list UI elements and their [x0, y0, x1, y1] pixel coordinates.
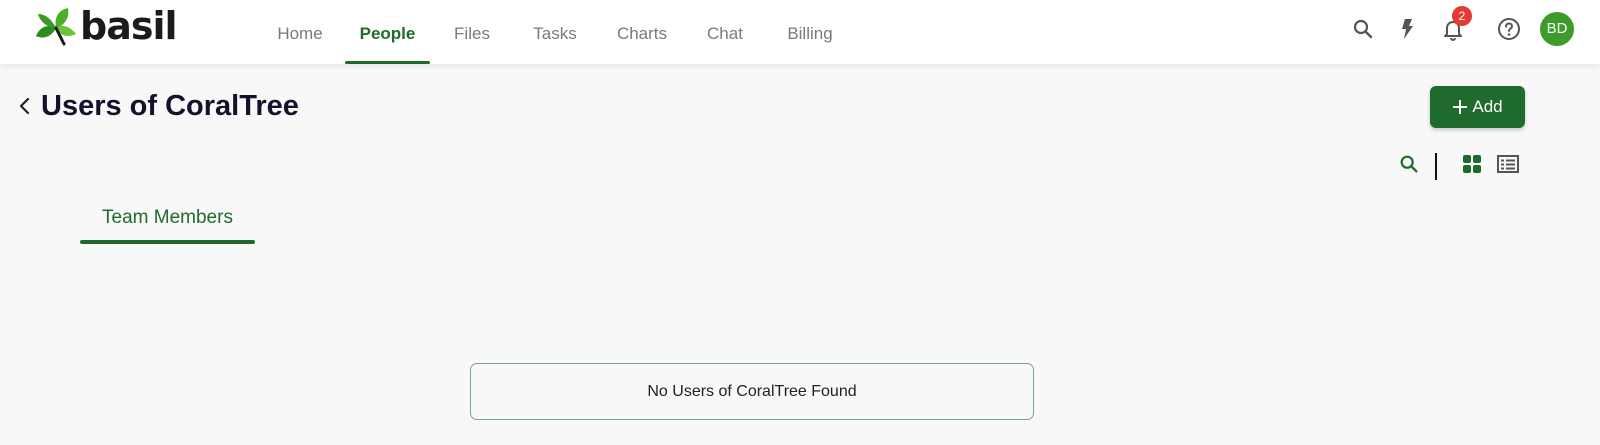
- nav-files[interactable]: Files: [449, 0, 495, 64]
- brand-name: basil: [80, 4, 178, 48]
- page-title: Users of CoralTree: [41, 90, 299, 122]
- list-view-icon: [1497, 155, 1519, 173]
- lightning-icon: [1402, 19, 1413, 39]
- leaf-logo-icon: [36, 8, 76, 46]
- nav-active-indicator: [345, 61, 430, 64]
- empty-state-message: No Users of CoralTree Found: [470, 363, 1034, 420]
- add-button-label: Add: [1472, 97, 1503, 116]
- back-button[interactable]: [16, 94, 34, 118]
- plus-icon: [1453, 100, 1468, 114]
- top-navbar: basil Home People Files Tasks Charts Cha…: [0, 0, 1600, 64]
- tab-active-indicator: [80, 240, 255, 244]
- add-button[interactable]: Add: [1430, 86, 1525, 128]
- quick-actions-button[interactable]: [1393, 14, 1423, 44]
- notifications-button[interactable]: 2: [1438, 6, 1472, 44]
- nav-tasks[interactable]: Tasks: [530, 0, 580, 64]
- brand-logo[interactable]: basil: [34, 4, 178, 48]
- filter-search-button[interactable]: [1397, 152, 1421, 176]
- user-avatar[interactable]: BD: [1540, 12, 1574, 46]
- nav-people[interactable]: People: [345, 0, 430, 64]
- search-button[interactable]: [1348, 14, 1378, 44]
- nav-people-label: People: [359, 24, 416, 43]
- nav-billing[interactable]: Billing: [784, 0, 836, 64]
- nav-chat[interactable]: Chat: [703, 0, 747, 64]
- grid-view-button[interactable]: [1460, 152, 1484, 176]
- list-view-button[interactable]: [1496, 152, 1520, 176]
- search-icon: [1400, 155, 1418, 173]
- chevron-left-icon: [19, 97, 30, 115]
- notification-badge: 2: [1452, 6, 1472, 26]
- grid-view-icon: [1463, 155, 1481, 173]
- help-icon: [1498, 18, 1520, 40]
- tab-label: Team Members: [102, 207, 233, 228]
- search-icon: [1353, 19, 1373, 39]
- tool-divider: [1435, 153, 1437, 180]
- nav-home[interactable]: Home: [272, 0, 328, 64]
- tab-team-members[interactable]: Team Members: [80, 204, 255, 244]
- nav-charts[interactable]: Charts: [613, 0, 671, 64]
- help-button[interactable]: [1494, 14, 1524, 44]
